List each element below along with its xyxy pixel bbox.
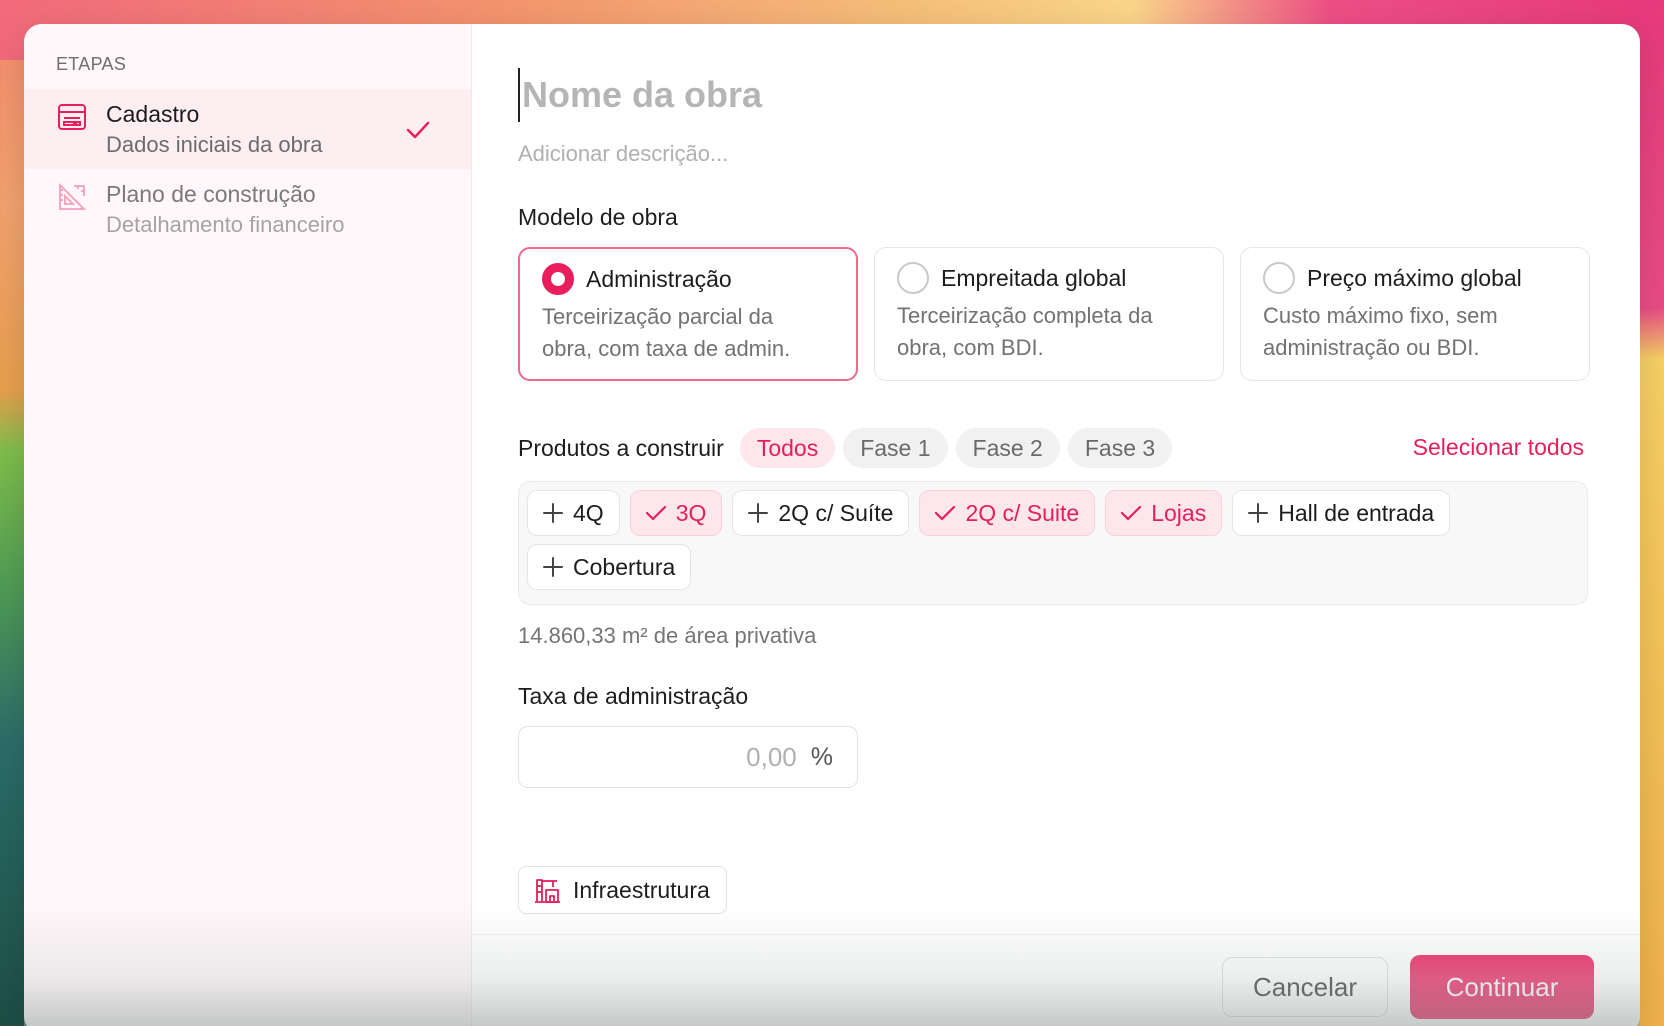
model-label: Modelo de obra (518, 204, 678, 230)
blueprint-icon (59, 182, 87, 210)
construction-crane-icon (535, 879, 560, 903)
product-chip-2q-suite-alt[interactable]: 2Q c/ Suite (919, 490, 1096, 536)
filter-todos[interactable]: Todos (739, 428, 836, 468)
model-description: Terceirização completa da obra, com BDI. (897, 303, 1153, 360)
admin-fee-field: % (518, 726, 858, 788)
product-chip-hall[interactable]: Hall de entrada (1232, 490, 1451, 536)
filter-fase-2[interactable]: Fase 2 (955, 428, 1060, 468)
cancel-button[interactable]: Cancelar (1222, 957, 1388, 1017)
radio-selected[interactable] (542, 263, 574, 295)
project-name-input[interactable] (518, 68, 1218, 122)
filter-fase-1[interactable]: Fase 1 (843, 428, 948, 468)
step-subtitle: Dados iniciais da obra (106, 132, 323, 157)
chip-label: 4Q (573, 499, 604, 526)
chip-label: 3Q (675, 499, 707, 526)
product-chip-cobertura[interactable]: Cobertura (527, 544, 692, 590)
dialog-window: ETAPAS Cadastro Dados iniciais da obra P… (24, 24, 1640, 1026)
chip-label: Hall de entrada (1278, 499, 1435, 526)
products-list: 4Q 3Q 2Q c/ Suíte 2Q c/ Suite Lojas Hall… (518, 481, 1588, 605)
radio-unselected[interactable] (897, 262, 929, 294)
model-description: Custo máximo fixo, sem administração ou … (1263, 303, 1498, 360)
chip-label: Cobertura (573, 553, 676, 580)
check-icon (406, 121, 430, 139)
admin-fee-label: Taxa de administração (518, 683, 749, 709)
plus-icon (543, 557, 563, 577)
radio-unselected[interactable] (1263, 262, 1295, 294)
product-chip-2q-suite[interactable]: 2Q c/ Suíte (732, 490, 910, 536)
continue-button[interactable]: Continuar (1410, 955, 1594, 1019)
products-header: Produtos a construir Todos Fase 1 Fase 2… (518, 427, 1594, 469)
plus-icon (1248, 503, 1269, 523)
model-option-empreitada[interactable]: Empreitada global Terceirização completa… (874, 247, 1224, 381)
step-plano[interactable]: Plano de construção Detalhamento finance… (24, 169, 471, 249)
steps-sidebar: ETAPAS Cadastro Dados iniciais da obra P… (24, 24, 472, 1026)
step-subtitle: Detalhamento financeiro (106, 212, 345, 237)
percent-unit: % (810, 742, 833, 771)
private-area-text: 14.860,33 m² de área privativa (518, 623, 817, 648)
description-input[interactable] (518, 134, 1218, 174)
model-description: Terceirização parcial da obra, com taxa … (542, 304, 791, 361)
form-main: Modelo de obra Administração Terceirizaç… (472, 24, 1640, 1026)
model-title: Empreitada global (941, 264, 1127, 291)
step-cadastro[interactable]: Cadastro Dados iniciais da obra (24, 89, 471, 169)
model-option-administracao[interactable]: Administração Terceirização parcial da o… (518, 247, 858, 381)
plus-icon (543, 503, 563, 523)
dialog-footer: Cancelar Continuar (472, 934, 1640, 1026)
infraestrutura-button[interactable]: Infraestrutura (518, 866, 727, 914)
plus-icon (748, 503, 769, 523)
step-title: Cadastro (106, 101, 200, 127)
product-chip-lojas[interactable]: Lojas (1105, 490, 1223, 536)
product-chip-4q[interactable]: 4Q (527, 490, 620, 536)
product-chip-3q[interactable]: 3Q (629, 490, 723, 536)
filter-fase-3[interactable]: Fase 3 (1067, 428, 1173, 468)
form-icon (58, 104, 86, 130)
select-all-link[interactable]: Selecionar todos (1413, 434, 1584, 461)
check-icon (645, 505, 666, 521)
check-icon (935, 505, 956, 521)
admin-fee-input[interactable] (596, 741, 797, 773)
chip-label: 2Q c/ Suíte (778, 499, 894, 526)
model-title: Preço máximo global (1307, 264, 1522, 291)
model-option-preco-maximo[interactable]: Preço máximo global Custo máximo fixo, s… (1240, 247, 1590, 381)
infra-label: Infraestrutura (573, 876, 710, 903)
check-icon (1121, 505, 1142, 521)
chip-label: 2Q c/ Suite (965, 499, 1080, 526)
step-title: Plano de construção (106, 181, 316, 207)
model-title: Administração (586, 265, 732, 292)
sidebar-heading: ETAPAS (56, 54, 127, 74)
products-label: Produtos a construir (518, 434, 724, 461)
model-options: Administração Terceirização parcial da o… (518, 247, 1594, 381)
chip-label: Lojas (1151, 499, 1207, 526)
